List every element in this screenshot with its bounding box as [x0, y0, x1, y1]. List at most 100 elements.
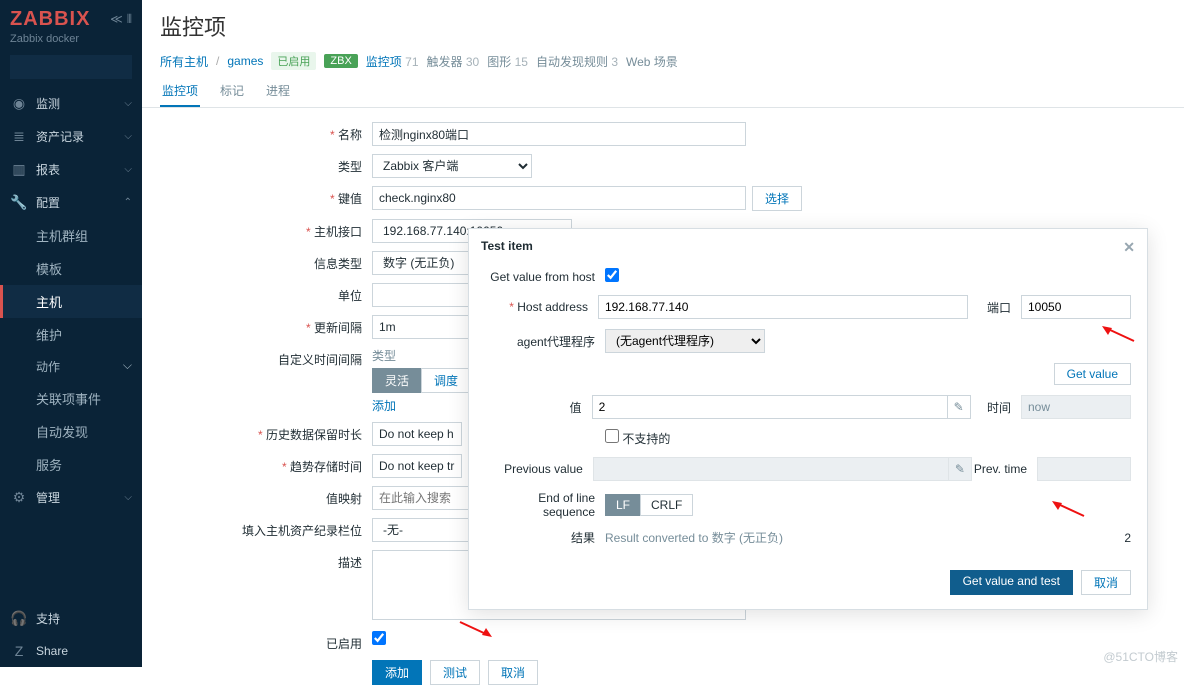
dialog-title: Test item [481, 239, 533, 256]
unsupported-checkbox[interactable] [605, 429, 619, 443]
history-field[interactable] [372, 422, 462, 446]
lbl-desc: 描述 [160, 550, 372, 571]
collapse-icon[interactable]: ≪ [110, 12, 123, 27]
lbl-name: 名称 [160, 122, 372, 143]
eye-icon: ◉ [10, 95, 28, 112]
sidebar-item-maintenance[interactable]: 维护 [0, 318, 142, 351]
lbl-host-address: Host address [485, 300, 598, 314]
sidebar-item-correlation[interactable]: 关联项事件 [0, 382, 142, 415]
value-field[interactable] [592, 395, 948, 419]
pencil-icon: ✎ [949, 457, 972, 481]
logo: ZABBIX [10, 8, 90, 31]
lbl-info: 信息类型 [160, 251, 372, 272]
nav-monitoring[interactable]: ◉监测⌵ [0, 87, 142, 120]
host-address-field[interactable] [598, 295, 968, 319]
separator: / [216, 54, 219, 68]
chevron-up-icon: ⌃ [124, 197, 132, 208]
annotation-arrow [1050, 500, 1086, 518]
nav-share[interactable]: Z Share [0, 635, 142, 667]
crumb-items[interactable]: 监控项 71 [366, 53, 419, 70]
nav-label: 支持 [36, 610, 60, 627]
lbl-interval: 更新间隔 [160, 315, 372, 336]
result-text: Result converted to 数字 (无正负) [605, 529, 1124, 546]
lbl-time: 时间 [971, 399, 1021, 416]
annotation-arrow [458, 620, 494, 638]
eol-crlf-button[interactable]: CRLF [640, 494, 693, 516]
dialog-cancel-button[interactable]: 取消 [1081, 570, 1131, 595]
trends-field[interactable] [372, 454, 462, 478]
crumb-triggers[interactable]: 触发器 30 [427, 53, 480, 70]
crumb-all-hosts[interactable]: 所有主机 [160, 53, 208, 70]
lbl-trends: 趋势存储时间 [160, 454, 372, 475]
tab-items[interactable]: 监控项 [160, 76, 200, 107]
nav-admin[interactable]: ⚙管理⌵ [0, 481, 142, 514]
page-title: 监控项 [142, 0, 1184, 48]
lbl-get-from-host: Get value from host [485, 270, 605, 284]
annotation-arrow [1100, 325, 1136, 343]
lbl-iface: 主机接口 [160, 219, 372, 240]
nav-label: Share [36, 644, 68, 658]
menu-icon[interactable]: ⦀ [127, 12, 132, 27]
sidebar-item-templates[interactable]: 模板 [0, 252, 142, 285]
interval-field[interactable] [372, 315, 472, 339]
crumb-discovery[interactable]: 自动发现规则 3 [536, 53, 618, 70]
sidebar-item-discovery[interactable]: 自动发现 [0, 415, 142, 448]
wrench-icon: 🔧 [10, 194, 28, 211]
agent-select[interactable]: (无agent代理程序) [605, 329, 765, 353]
sidebar-search[interactable]: 🔍 [10, 55, 132, 79]
key-field[interactable] [372, 186, 746, 210]
enabled-checkbox[interactable] [372, 631, 386, 645]
sidebar-item-hosts[interactable]: 主机 [0, 285, 142, 318]
sidebar-item-services[interactable]: 服务 [0, 448, 142, 481]
custom-add-link[interactable]: 添加 [372, 397, 471, 414]
test-item-dialog: Test item ✕ Get value from host Host add… [468, 228, 1148, 610]
eol-lf-button[interactable]: LF [605, 494, 641, 516]
logo-row: ZABBIX ≪ ⦀ [0, 0, 142, 33]
nav-reports[interactable]: ▥报表⌵ [0, 153, 142, 186]
add-button[interactable]: 添加 [372, 660, 422, 685]
nav-label: 报表 [36, 161, 60, 178]
lbl-valmap: 值映射 [160, 486, 372, 507]
name-field[interactable] [372, 122, 746, 146]
prev-value-field [593, 457, 949, 481]
crumb-host[interactable]: games [227, 54, 263, 68]
port-field[interactable] [1021, 295, 1131, 319]
chevron-down-icon: ⌵ [124, 164, 132, 175]
crumb-web[interactable]: Web 场景 [626, 53, 678, 70]
tab-process[interactable]: 进程 [264, 76, 292, 107]
test-button[interactable]: 测试 [430, 660, 480, 685]
nav-label: 动作 [36, 358, 60, 375]
z-icon: Z [10, 643, 28, 659]
get-value-and-test-button[interactable]: Get value and test [950, 570, 1073, 595]
nav-label: 监测 [36, 95, 60, 112]
lbl-custom: 自定义时间间隔 [160, 347, 372, 368]
sidebar: ZABBIX ≪ ⦀ Zabbix docker 🔍 ◉监测⌵ ≣资产记录⌵ ▥… [0, 0, 142, 667]
type-select[interactable]: Zabbix 客户端 [372, 154, 532, 178]
get-value-button[interactable]: Get value [1054, 363, 1131, 385]
tag-zbx: ZBX [324, 54, 357, 68]
chevron-down-icon: ⌵ [124, 492, 132, 503]
lbl-port: 端口 [968, 299, 1021, 316]
flex-button[interactable]: 灵活 [372, 368, 422, 393]
cancel-button[interactable]: 取消 [488, 660, 538, 685]
nav-config[interactable]: 🔧 配置 ⌃ [0, 186, 142, 219]
nav-support[interactable]: 🎧支持 [0, 602, 142, 635]
time-field [1021, 395, 1131, 419]
key-select-button[interactable]: 选择 [752, 186, 802, 211]
sidebar-item-actions[interactable]: 动作⌵ [0, 351, 142, 382]
nav-label: 资产记录 [36, 128, 84, 145]
nav-label: 配置 [36, 194, 60, 211]
logo-subtitle: Zabbix docker [0, 33, 142, 51]
sched-button[interactable]: 调度 [421, 368, 471, 393]
get-from-host-checkbox[interactable] [605, 268, 619, 282]
crumb-graphs[interactable]: 图形 15 [487, 53, 528, 70]
lbl-inventory: 填入主机资产纪录栏位 [160, 518, 372, 539]
sidebar-item-hostgroups[interactable]: 主机群组 [0, 219, 142, 252]
nav-label: 管理 [36, 489, 60, 506]
close-icon[interactable]: ✕ [1123, 239, 1135, 256]
pencil-icon[interactable]: ✎ [948, 395, 971, 419]
tab-tags[interactable]: 标记 [218, 76, 246, 107]
chevron-down-icon: ⌵ [124, 131, 132, 142]
nav-inventory[interactable]: ≣资产记录⌵ [0, 120, 142, 153]
result-number: 2 [1124, 531, 1131, 545]
